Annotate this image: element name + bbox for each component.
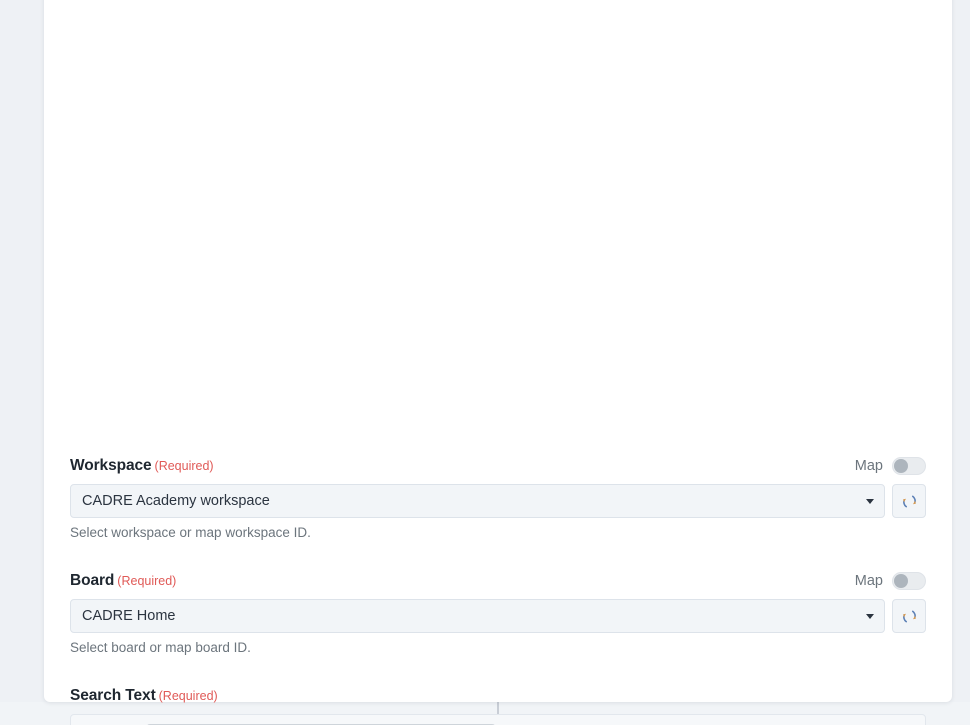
workspace-map-toggle[interactable] <box>892 457 926 475</box>
board-required-marker: (Required) <box>117 574 177 588</box>
page-root: Workspace (Required) Map CADRE Academy wo… <box>0 0 970 725</box>
board-map-group: Map <box>855 572 926 590</box>
board-input-row: CADRE Home <box>70 599 926 633</box>
workspace-field-block: Workspace (Required) Map CADRE Academy wo… <box>70 0 926 540</box>
board-select[interactable]: CADRE Home <box>70 599 885 633</box>
form-panel: Workspace (Required) Map CADRE Academy wo… <box>44 0 952 725</box>
refresh-icon <box>902 495 916 507</box>
search-text-field-block: Search Text(Required) {Mobile}= 1. Phone… <box>70 684 926 725</box>
search-text-label-text: Search Text <box>70 687 156 704</box>
search-text-input[interactable]: {Mobile}= 1. PhoneNumbers 0 CanonicalFor… <box>70 714 926 725</box>
board-help-text: Select board or map board ID. <box>70 640 251 655</box>
board-refresh-button[interactable] <box>892 599 926 633</box>
search-text-required-marker: (Required) <box>158 689 218 703</box>
toggle-knob <box>894 459 908 473</box>
workspace-label: Workspace (Required) <box>70 457 214 475</box>
workspace-required-marker: (Required) <box>154 459 214 473</box>
refresh-icon <box>902 610 916 622</box>
board-label: Board (Required) <box>70 572 176 590</box>
workspace-label-row: Workspace (Required) Map <box>70 454 926 478</box>
board-field-block: Board (Required) Map CADRE Home Select b… <box>70 569 926 655</box>
chevron-down-icon <box>866 613 874 619</box>
workspace-select-value: CADRE Academy workspace <box>82 493 270 509</box>
workspace-help-text: Select workspace or map workspace ID. <box>70 525 311 540</box>
board-label-row: Board (Required) Map <box>70 569 926 593</box>
toggle-knob <box>894 574 908 588</box>
workspace-input-row: CADRE Academy workspace <box>70 484 926 518</box>
chevron-down-icon <box>866 498 874 504</box>
search-text-label-row: Search Text (Required) <box>70 684 926 708</box>
workspace-select[interactable]: CADRE Academy workspace <box>70 484 885 518</box>
search-text-label: Search Text (Required) <box>70 687 218 705</box>
workspace-map-group: Map <box>855 457 926 475</box>
board-map-label: Map <box>854 573 883 589</box>
workspace-map-label: Map <box>854 458 883 474</box>
workspace-refresh-button[interactable] <box>892 484 926 518</box>
board-map-toggle[interactable] <box>892 572 926 590</box>
board-select-value: CADRE Home <box>82 608 176 624</box>
board-label-text: Board <box>70 572 115 589</box>
workspace-label-text: Workspace <box>70 457 152 474</box>
